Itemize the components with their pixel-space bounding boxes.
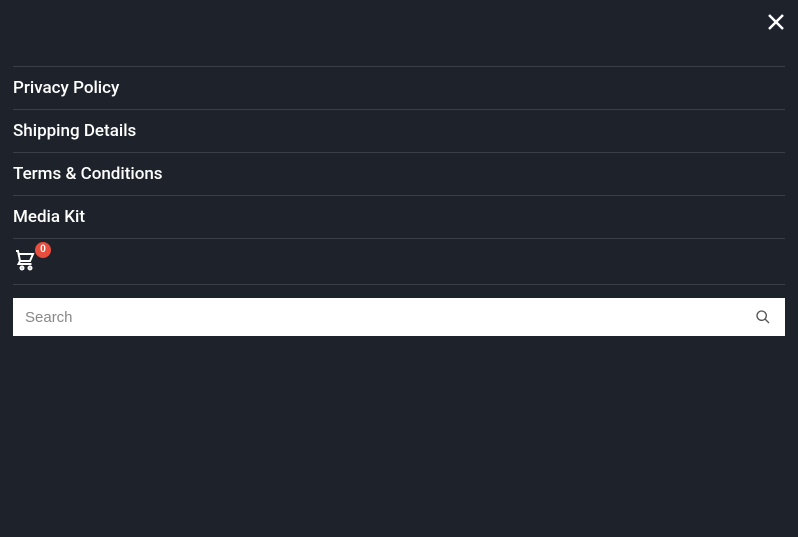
cart-icon — [13, 248, 37, 272]
cart-count-badge: 0 — [35, 242, 51, 258]
search-button[interactable] — [741, 298, 785, 336]
menu-item-label: Privacy Policy — [13, 78, 119, 98]
menu-item-label: Media Kit — [13, 207, 85, 227]
cart-icon-wrapper: 0 — [13, 248, 39, 274]
search-input[interactable] — [13, 298, 741, 336]
menu-container: Privacy Policy Shipping Details Terms & … — [0, 0, 798, 336]
menu-item-label: Terms & Conditions — [13, 164, 163, 184]
menu-item-privacy-policy[interactable]: Privacy Policy — [13, 66, 785, 109]
search-container — [13, 298, 785, 336]
menu-item-terms-conditions[interactable]: Terms & Conditions — [13, 152, 785, 195]
menu-item-label: Shipping Details — [13, 121, 136, 141]
close-icon — [767, 13, 785, 31]
menu-item-media-kit[interactable]: Media Kit — [13, 195, 785, 238]
menu-item-shipping-details[interactable]: Shipping Details — [13, 109, 785, 152]
cart-button[interactable]: 0 — [13, 238, 785, 285]
search-icon — [755, 309, 771, 325]
close-button[interactable] — [764, 10, 788, 34]
